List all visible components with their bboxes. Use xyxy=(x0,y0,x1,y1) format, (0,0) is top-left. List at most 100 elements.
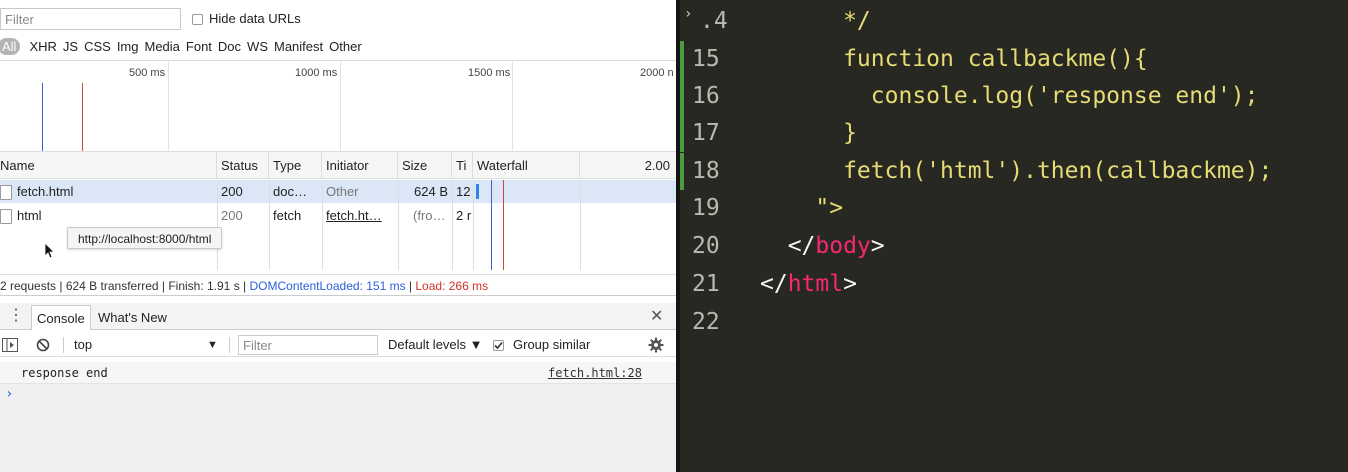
request-status: 200 xyxy=(221,208,243,223)
column-header-time[interactable]: Ti xyxy=(452,152,473,179)
code-line-22[interactable]: 22 xyxy=(680,304,1348,341)
type-filter-xhr[interactable]: XHR xyxy=(29,39,56,54)
git-added-marker xyxy=(680,78,684,115)
line-code: console.log('response end'); xyxy=(760,83,1259,109)
hide-data-urls-label: Hide data URLs xyxy=(209,11,301,26)
code-editor[interactable]: › .4 */ 15 function callbackme(){ 16 con… xyxy=(680,0,1348,472)
tag-close-bracket: > xyxy=(843,271,857,297)
request-name-cell: fetch.html xyxy=(0,180,217,203)
table-row[interactable]: fetch.html 200 doc… Other 624 B 12 xyxy=(0,180,676,203)
context-dropdown-arrow-icon[interactable]: ▼ xyxy=(207,333,218,357)
line-number: 16 xyxy=(692,83,720,109)
type-filter-img[interactable]: Img xyxy=(117,39,139,54)
console-log-message: response end xyxy=(21,366,108,380)
waterfall-scale-label: 2.00 xyxy=(580,152,676,179)
waterfall-bar xyxy=(476,184,479,199)
column-header-initiator[interactable]: Initiator xyxy=(322,152,398,179)
code-line-14[interactable]: .4 */ xyxy=(680,3,1348,40)
drawer-menu-icon[interactable]: ⋮ xyxy=(8,303,24,329)
request-size: (fro… xyxy=(413,208,446,223)
code-line-17[interactable]: 17 } xyxy=(680,115,1348,152)
column-divider xyxy=(398,180,399,270)
line-code: fetch('html').then(callbackme); xyxy=(760,158,1273,184)
column-divider xyxy=(452,180,453,270)
tag-open-bracket: </ xyxy=(760,271,788,297)
code-line-18[interactable]: 18 fetch('html').then(callbackme); xyxy=(680,153,1348,190)
type-filter-other[interactable]: Other xyxy=(329,39,362,54)
code-line-21[interactable]: 21 </html> xyxy=(680,266,1348,303)
request-time: 2 r xyxy=(456,208,472,223)
column-header-name[interactable]: Name xyxy=(0,152,217,179)
checkmark-icon xyxy=(494,342,503,350)
summary-requests: 2 requests | 624 B transferred | Finish:… xyxy=(0,279,250,293)
drawer-tab-bar: ⋮ Console What's New ✕ xyxy=(0,303,676,330)
tab-whats-new[interactable]: What's New xyxy=(98,305,167,330)
git-added-marker xyxy=(680,115,684,152)
type-filter-all[interactable]: All xyxy=(0,37,21,55)
line-code: "> xyxy=(760,195,844,221)
git-added-marker xyxy=(680,41,684,78)
type-filter-doc[interactable]: Doc xyxy=(218,39,241,54)
request-initiator-link[interactable]: fetch.ht… xyxy=(322,204,398,227)
column-divider xyxy=(580,180,581,270)
console-prompt-icon[interactable]: › xyxy=(5,386,13,402)
console-toolbar: top ▼ Default levels ▼ Group similar xyxy=(0,333,676,357)
code-line-20[interactable]: 20 </body> xyxy=(680,228,1348,265)
code-line-19[interactable]: 19 "> xyxy=(680,190,1348,227)
context-selector[interactable]: top xyxy=(74,333,92,357)
type-filter-ws[interactable]: WS xyxy=(247,39,268,54)
timeline-gridline xyxy=(168,61,169,153)
type-filter-media[interactable]: Media xyxy=(144,39,179,54)
log-levels-dropdown[interactable]: Default levels ▼ xyxy=(388,333,483,357)
show-sidebar-icon[interactable] xyxy=(2,338,18,352)
column-header-type[interactable]: Type xyxy=(269,152,322,179)
document-icon xyxy=(0,185,12,201)
request-name-cell: html xyxy=(0,204,217,227)
group-similar-toggle[interactable] xyxy=(493,333,504,357)
group-similar-label: Group similar xyxy=(513,337,591,352)
console-settings-gear-icon[interactable] xyxy=(648,337,664,353)
request-name: fetch.html xyxy=(17,184,74,199)
type-filter-manifest[interactable]: Manifest xyxy=(274,39,323,54)
network-filter-bar: Hide data URLs xyxy=(0,8,676,30)
network-requests-table: Name Status Type Initiator Size Ti Water… xyxy=(0,152,676,270)
tab-console[interactable]: Console xyxy=(31,305,91,330)
tag-close-bracket: > xyxy=(870,233,885,259)
hide-data-urls-toggle[interactable]: Hide data URLs xyxy=(192,11,301,26)
console-log-line: response end fetch.html:28 xyxy=(0,362,676,384)
request-size: 624 B xyxy=(414,184,448,199)
table-row[interactable]: html 200 fetch fetch.ht… (fro… 2 r xyxy=(0,204,676,227)
close-drawer-icon[interactable]: ✕ xyxy=(650,303,663,330)
line-number: 22 xyxy=(692,309,720,335)
column-header-size[interactable]: Size xyxy=(398,152,452,179)
console-output[interactable]: response end fetch.html:28 › xyxy=(0,362,676,472)
network-overview-timeline[interactable]: 500 ms 1000 ms 1500 ms 2000 n xyxy=(0,60,676,153)
tag-name-html: html xyxy=(787,271,844,297)
summary-dom-content-loaded: DOMContentLoaded: 151 ms xyxy=(249,279,406,293)
request-status: 200 xyxy=(221,184,243,199)
network-filter-input[interactable] xyxy=(0,8,181,30)
timeline-gridline xyxy=(340,61,341,153)
line-code: </html> xyxy=(760,266,857,303)
group-similar-checkbox[interactable] xyxy=(493,340,504,352)
code-line-15[interactable]: 15 function callbackme(){ xyxy=(680,41,1348,78)
column-header-status[interactable]: Status xyxy=(217,152,269,179)
line-number: .4 xyxy=(700,8,728,34)
line-number: 18 xyxy=(692,158,720,184)
type-filter-font[interactable]: Font xyxy=(186,39,212,54)
network-summary-bar: 2 requests | 624 B transferred | Finish:… xyxy=(0,274,676,296)
request-time: 12 xyxy=(456,184,471,199)
mouse-cursor-icon xyxy=(45,243,55,259)
hide-data-urls-checkbox[interactable] xyxy=(192,14,203,26)
line-number: 20 xyxy=(692,233,720,259)
console-log-source-link[interactable]: fetch.html:28 xyxy=(548,362,642,384)
summary-load: Load: 266 ms xyxy=(415,279,489,293)
clear-console-icon[interactable] xyxy=(36,338,50,352)
line-code: */ xyxy=(760,8,871,34)
type-filter-js[interactable]: JS xyxy=(63,39,78,54)
column-header-waterfall[interactable]: Waterfall xyxy=(473,152,580,179)
console-filter-input[interactable] xyxy=(238,335,378,355)
code-line-16[interactable]: 16 console.log('response end'); xyxy=(680,78,1348,115)
git-added-marker xyxy=(680,153,684,190)
type-filter-css[interactable]: CSS xyxy=(84,39,111,54)
